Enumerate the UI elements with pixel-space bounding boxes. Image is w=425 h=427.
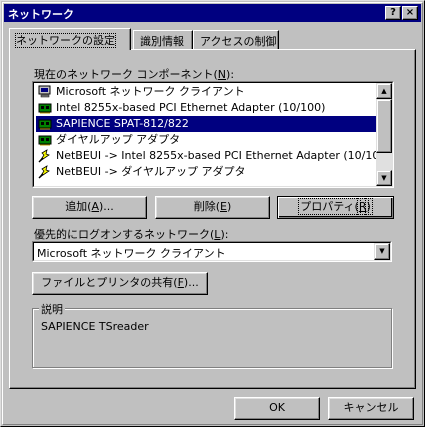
chevron-down-icon[interactable]: ▼ <box>374 243 390 260</box>
close-button[interactable]: × <box>402 6 418 20</box>
description-text: SAPIENCE TSreader <box>41 320 149 333</box>
tab-label: ネットワークの設定 <box>15 33 116 48</box>
client-icon <box>38 85 52 99</box>
list-item[interactable]: NetBEUI -> Intel 8255x-based PCI Etherne… <box>36 148 391 164</box>
scroll-up-icon[interactable]: ▲ <box>376 83 392 99</box>
components-label: 現在のネットワーク コンポーネント(N): <box>34 68 235 81</box>
list-item-label: NetBEUI -> ダイヤルアップ アダプタ <box>56 165 246 178</box>
list-item-label: Intel 8255x-based PCI Ethernet Adapter (… <box>56 101 326 114</box>
logon-network-value: Microsoft ネットワーク クライアント <box>37 247 226 260</box>
scroll-down-icon[interactable]: ▼ <box>376 170 392 186</box>
components-list[interactable]: Microsoft ネットワーク クライアント Intel 8255x-based… <box>32 81 394 188</box>
list-item[interactable]: Microsoft ネットワーク クライアント <box>36 84 378 100</box>
list-item[interactable]: SAPIENCE SPAT-812/822 <box>36 116 378 132</box>
logon-network-select[interactable]: Microsoft ネットワーク クライアント ▼ <box>32 241 392 262</box>
network-dialog: ネットワーク ? × ネットワークの設定 識別情報 アクセスの制御 現在のネット… <box>0 0 425 427</box>
list-scrollbar[interactable]: ▲ ▼ <box>376 83 392 186</box>
ok-button[interactable]: OK <box>234 397 320 420</box>
adapter-icon <box>38 101 52 115</box>
tab-label: 識別情報 <box>140 35 184 48</box>
tab-identification[interactable]: 識別情報 <box>133 30 193 49</box>
scroll-thumb[interactable] <box>376 99 392 153</box>
tab-network-settings[interactable]: ネットワークの設定 <box>9 28 131 50</box>
tab-access-control[interactable]: アクセスの制御 <box>193 30 279 49</box>
add-button[interactable]: 追加(A)... <box>32 196 147 219</box>
protocol-icon <box>38 165 52 179</box>
logon-label: 優先的にログオンするネットワーク(L): <box>34 228 229 241</box>
remove-button[interactable]: 削除(E) <box>155 196 270 219</box>
help-button[interactable]: ? <box>385 6 401 20</box>
adapter-icon <box>38 133 52 147</box>
file-printer-sharing-button[interactable]: ファイルとプリンタの共有(F)... <box>32 272 208 295</box>
protocol-icon <box>38 149 52 163</box>
list-item-label: NetBEUI -> Intel 8255x-based PCI Etherne… <box>56 149 391 162</box>
list-item-label: ダイヤルアップ アダプタ <box>56 133 181 146</box>
adapter-icon <box>38 117 52 131</box>
list-item[interactable]: Intel 8255x-based PCI Ethernet Adapter (… <box>36 100 378 116</box>
list-item-label: Microsoft ネットワーク クライアント <box>56 85 245 98</box>
tab-label: アクセスの制御 <box>200 35 277 48</box>
list-item[interactable]: ダイヤルアップ アダプタ <box>36 132 378 148</box>
list-item-label: SAPIENCE SPAT-812/822 <box>54 116 191 132</box>
properties-button[interactable]: プロパティ(R) <box>277 196 394 219</box>
description-legend: 説明 <box>39 301 65 317</box>
list-item[interactable]: NetBEUI -> ダイヤルアップ アダプタ <box>36 164 378 180</box>
window-title: ネットワーク <box>8 8 74 21</box>
cancel-button[interactable]: キャンセル <box>328 397 414 420</box>
description-group: 説明 SAPIENCE TSreader <box>32 301 392 368</box>
title-bar[interactable]: ネットワーク ? × <box>4 4 421 22</box>
